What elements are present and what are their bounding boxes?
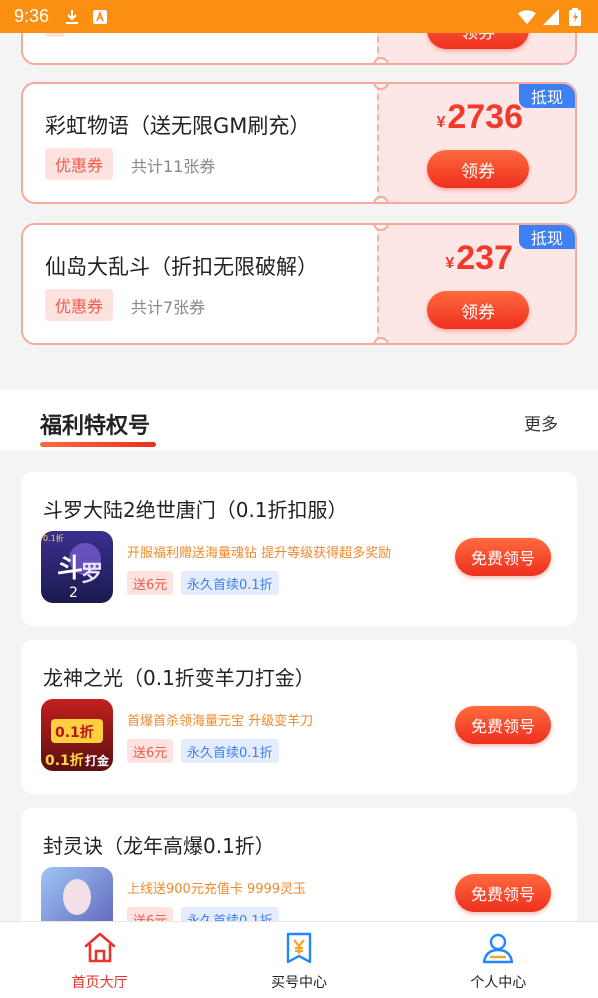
svg-text:打金: 打金 (85, 753, 110, 768)
game-card[interactable]: 斗罗大陆2绝世唐门（0.1折扣服） 斗 罗 2 0.1折 开服福利赠送海量魂钻 … (21, 472, 577, 626)
claim-coupon-button[interactable]: 领券 (427, 291, 529, 329)
nav-item-home[interactable]: 首页大厅 (0, 922, 199, 998)
shop-bag-icon (286, 932, 312, 964)
coupon-tag: 优惠券 (45, 148, 114, 180)
coupon-value: 237 (456, 239, 513, 277)
coupon-amount: ¥ 2736 (436, 98, 523, 137)
claim-account-button[interactable]: 免费领号 (455, 538, 551, 576)
discount-tag: 永久首续0.1折 (181, 907, 279, 921)
coupon-amount: ¥ 237 (445, 239, 513, 278)
gift-tag: 送6元 (127, 571, 174, 595)
gift-tag: 送6元 (127, 739, 174, 763)
section-header: 福利特权号 更多 (0, 390, 598, 450)
download-icon (63, 8, 81, 26)
svg-text:斗: 斗 (57, 554, 83, 584)
claim-account-button[interactable]: 免费领号 (455, 706, 551, 744)
game-card[interactable]: 封灵诀（龙年高爆0.1折） 上线送900元充值卡 9999灵玉 送6元 永久首续… (21, 808, 577, 921)
game-description: 首爆首杀领海量元宝 升级变羊刀 (127, 714, 314, 729)
game-title: 斗罗大陆2绝世唐门（0.1折扣服） (43, 498, 348, 522)
coupon-value: 2736 (447, 98, 523, 136)
wifi-icon (518, 8, 536, 26)
game-title: 封灵诀（龙年高爆0.1折） (43, 834, 275, 858)
coupon-count: 共计11张券 (131, 157, 216, 176)
status-time: 9:36 (14, 6, 50, 26)
status-bar: 9:36 (0, 0, 598, 33)
game-icon: 0.1折 0.1折 打金 (41, 699, 113, 771)
coupon-tag (45, 33, 65, 37)
game-description: 上线送900元充值卡 9999灵玉 (127, 882, 307, 897)
user-icon (483, 933, 514, 964)
currency-symbol: ¥ (436, 114, 446, 131)
svg-text:2: 2 (69, 585, 78, 601)
nav-label: 买号中心 (270, 975, 327, 991)
discount-tag: 永久首续0.1折 (181, 571, 279, 595)
gift-tag: 送6元 (127, 907, 174, 921)
svg-text:0.1折: 0.1折 (43, 533, 64, 543)
nav-item-profile[interactable]: 个人中心 (399, 922, 598, 998)
claim-coupon-button[interactable]: 领券 (427, 33, 529, 49)
svg-text:0.1折: 0.1折 (45, 752, 84, 769)
game-title: 龙神之光（0.1折变羊刀打金） (43, 666, 315, 690)
battery-icon (566, 7, 584, 26)
nav-item-buy-account[interactable]: 买号中心 (199, 922, 398, 998)
game-card[interactable]: 龙神之光（0.1折变羊刀打金） 0.1折 0.1折 打金 首爆首杀领海量元宝 升… (21, 640, 577, 794)
claim-account-button[interactable]: 免费领号 (455, 874, 551, 912)
coupon-tag: 优惠券 (45, 289, 114, 321)
coupon-card: 彩虹物语（送无限GM刷充） 优惠券 共计11张券 抵现 ¥ 2736 领券 (21, 82, 577, 204)
cash-badge: 抵现 (519, 84, 575, 108)
game-icon: 斗 罗 2 0.1折 (41, 531, 113, 603)
nav-label: 个人中心 (470, 975, 527, 991)
currency-symbol: ¥ (445, 255, 455, 272)
svg-text:罗: 罗 (81, 561, 103, 587)
nav-label: 首页大厅 (71, 975, 128, 991)
coupon-card-partial: 领券 (21, 33, 577, 65)
discount-tag: 永久首续0.1折 (181, 739, 279, 763)
app-notification-icon (91, 8, 109, 26)
home-icon (84, 932, 115, 963)
section-title: 福利特权号 (40, 414, 151, 439)
game-description: 开服福利赠送海量魂钻 提升等级获得超多奖励 (127, 546, 392, 561)
bottom-navigation: 首页大厅 买号中心 个人中心 (0, 921, 598, 998)
coupon-card: 仙岛大乱斗（折扣无限破解） 优惠券 共计7张券 抵现 ¥ 237 领券 (21, 223, 577, 345)
coupon-count: 共计7张券 (131, 298, 206, 317)
section-underline (40, 442, 156, 447)
more-link[interactable]: 更多 (524, 410, 558, 435)
coupon-title: 彩虹物语（送无限GM刷充） (45, 114, 311, 138)
coupon-title: 仙岛大乱斗（折扣无限破解） (45, 255, 318, 279)
claim-coupon-button[interactable]: 领券 (427, 150, 529, 188)
main-content[interactable]: 领券 彩虹物语（送无限GM刷充） 优惠券 共计11张券 抵现 ¥ 2736 领券… (0, 33, 598, 921)
signal-icon (542, 8, 560, 26)
cash-badge: 抵现 (519, 225, 575, 249)
svg-text:0.1折: 0.1折 (55, 724, 94, 741)
game-icon (41, 867, 113, 921)
